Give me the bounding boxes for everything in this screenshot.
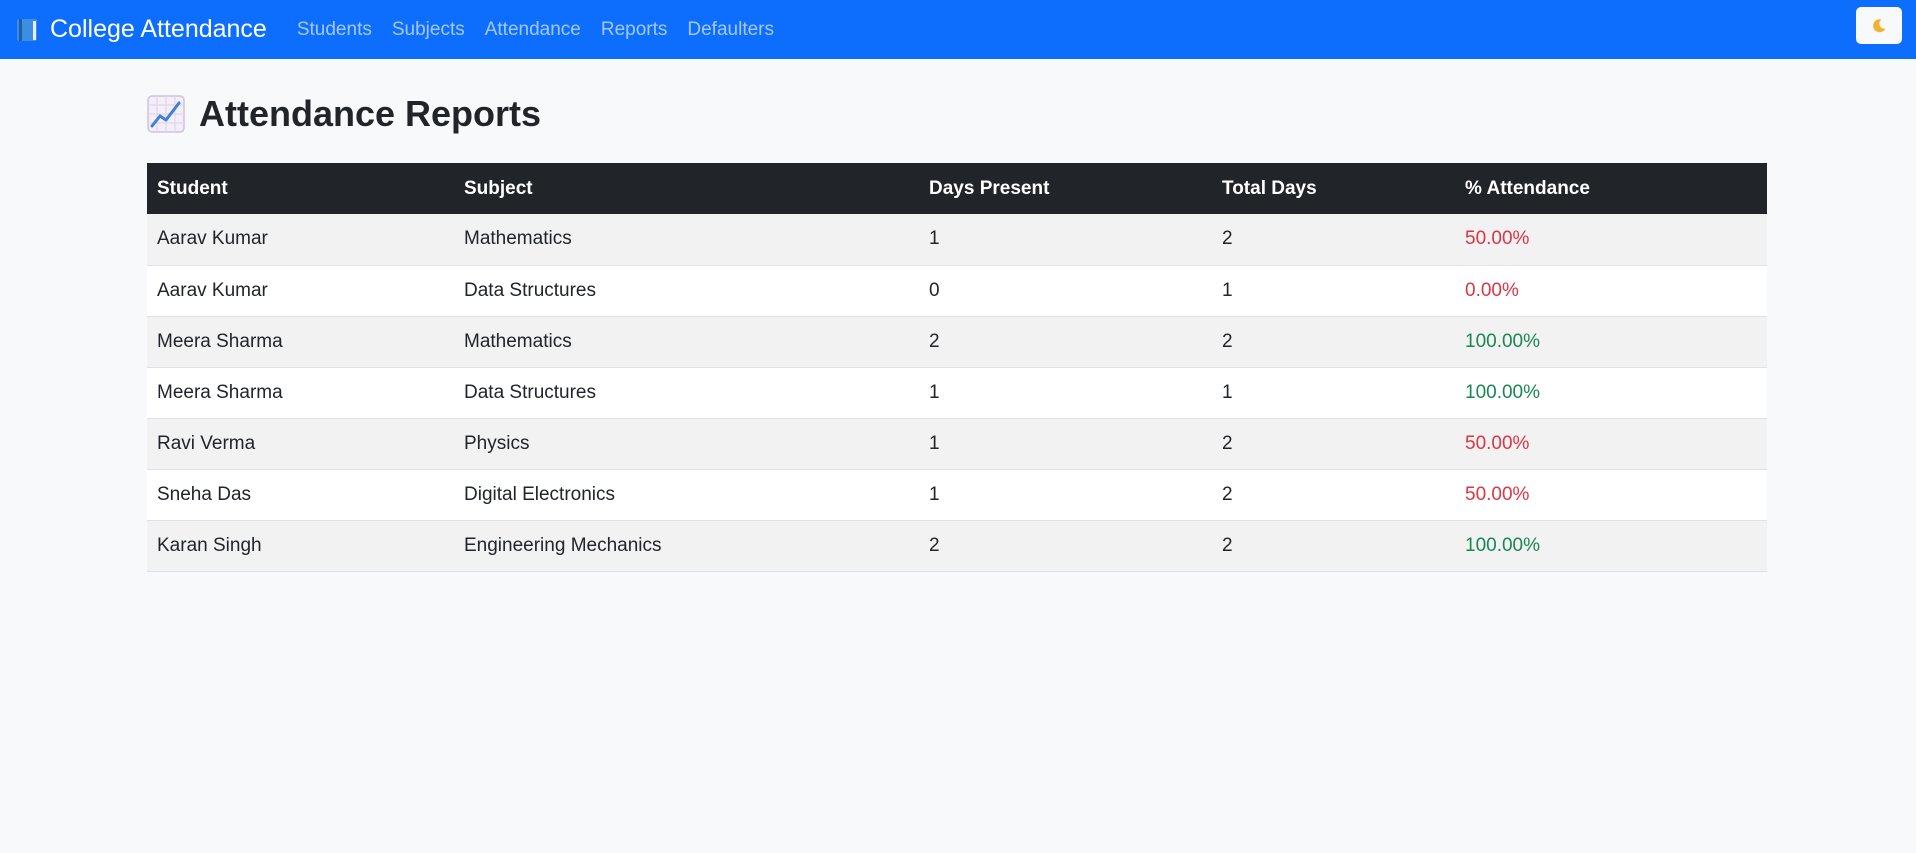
table-row: Aarav Kumar Data Structures 0 1 0.00% [147, 265, 1767, 316]
table-row: Meera Sharma Mathematics 2 2 100.00% [147, 316, 1767, 367]
cell-attendance-pct: 100.00% [1465, 381, 1541, 403]
cell-days-present: 1 [929, 483, 940, 505]
attendance-table: Student Subject Days Present Total Days … [147, 163, 1767, 572]
cell-subject: Physics [464, 432, 530, 454]
cell-student: Ravi Verma [157, 432, 256, 454]
table-row: Sneha Das Digital Electronics 1 2 50.00% [147, 469, 1767, 520]
cell-student: Aarav Kumar [157, 279, 268, 301]
cell-attendance-pct: 0.00% [1465, 279, 1519, 301]
main-content: Attendance Reports Student Subject Days … [147, 59, 1767, 572]
page-title: Attendance Reports [199, 93, 542, 134]
cell-total-days: 2 [1222, 228, 1233, 250]
brand-title: College Attendance [50, 15, 267, 43]
nav-link-subjects[interactable]: Subjects [392, 19, 465, 41]
cell-days-present: 0 [929, 279, 940, 301]
table-row: Karan Singh Engineering Mechanics 2 2 10… [147, 520, 1767, 571]
cell-attendance-pct: 100.00% [1465, 330, 1541, 352]
cell-subject: Data Structures [464, 279, 596, 301]
cell-total-days: 2 [1222, 330, 1233, 352]
brand-link[interactable]: College Attendance [16, 15, 267, 44]
table-row: Ravi Verma Physics 1 2 50.00% [147, 418, 1767, 469]
cell-subject: Mathematics [464, 228, 572, 250]
navbar: College Attendance Students Subjects Att… [0, 0, 1916, 59]
nav-link-students[interactable]: Students [297, 19, 372, 41]
cell-days-present: 2 [929, 330, 940, 352]
page-heading: Attendance Reports [147, 91, 1767, 137]
theme-toggle-button[interactable] [1856, 7, 1902, 44]
nav-link-defaulters[interactable]: Defaulters [687, 19, 774, 41]
nav-link-reports[interactable]: Reports [601, 19, 668, 41]
cell-days-present: 1 [929, 432, 940, 454]
cell-attendance-pct: 50.00% [1465, 432, 1530, 454]
cell-total-days: 1 [1222, 279, 1233, 301]
cell-student: Meera Sharma [157, 330, 283, 352]
chart-increasing-icon [147, 95, 185, 133]
cell-subject: Engineering Mechanics [464, 534, 662, 556]
cell-student: Karan Singh [157, 534, 262, 556]
cell-student: Aarav Kumar [157, 228, 268, 250]
blue-book-icon [17, 18, 37, 41]
cell-attendance-pct: 100.00% [1465, 534, 1541, 556]
cell-subject: Data Structures [464, 381, 596, 403]
table-header-row: Student Subject Days Present Total Days … [147, 163, 1767, 214]
cell-total-days: 1 [1222, 381, 1233, 403]
cell-total-days: 2 [1222, 534, 1233, 556]
cell-subject: Mathematics [464, 330, 572, 352]
nav-links: Students Subjects Attendance Reports Def… [287, 19, 784, 41]
cell-days-present: 1 [929, 228, 940, 250]
table-row: Aarav Kumar Mathematics 1 2 50.00% [147, 214, 1767, 265]
cell-days-present: 2 [929, 534, 940, 556]
cell-student: Meera Sharma [157, 381, 283, 403]
header-total-days: Total Days [1222, 177, 1317, 199]
header-student: Student [157, 177, 228, 199]
header-attendance-pct: % Attendance [1465, 177, 1590, 199]
cell-total-days: 2 [1222, 432, 1233, 454]
header-days-present: Days Present [929, 177, 1050, 199]
cell-student: Sneha Das [157, 483, 252, 505]
header-subject: Subject [464, 177, 533, 199]
cell-days-present: 1 [929, 381, 940, 403]
table-row: Meera Sharma Data Structures 1 1 100.00% [147, 367, 1767, 418]
nav-link-attendance[interactable]: Attendance [485, 19, 581, 41]
cell-attendance-pct: 50.00% [1465, 483, 1530, 505]
cell-total-days: 2 [1222, 483, 1233, 505]
cell-attendance-pct: 50.00% [1465, 228, 1530, 250]
moon-icon [1873, 18, 1886, 32]
cell-subject: Digital Electronics [464, 483, 615, 505]
